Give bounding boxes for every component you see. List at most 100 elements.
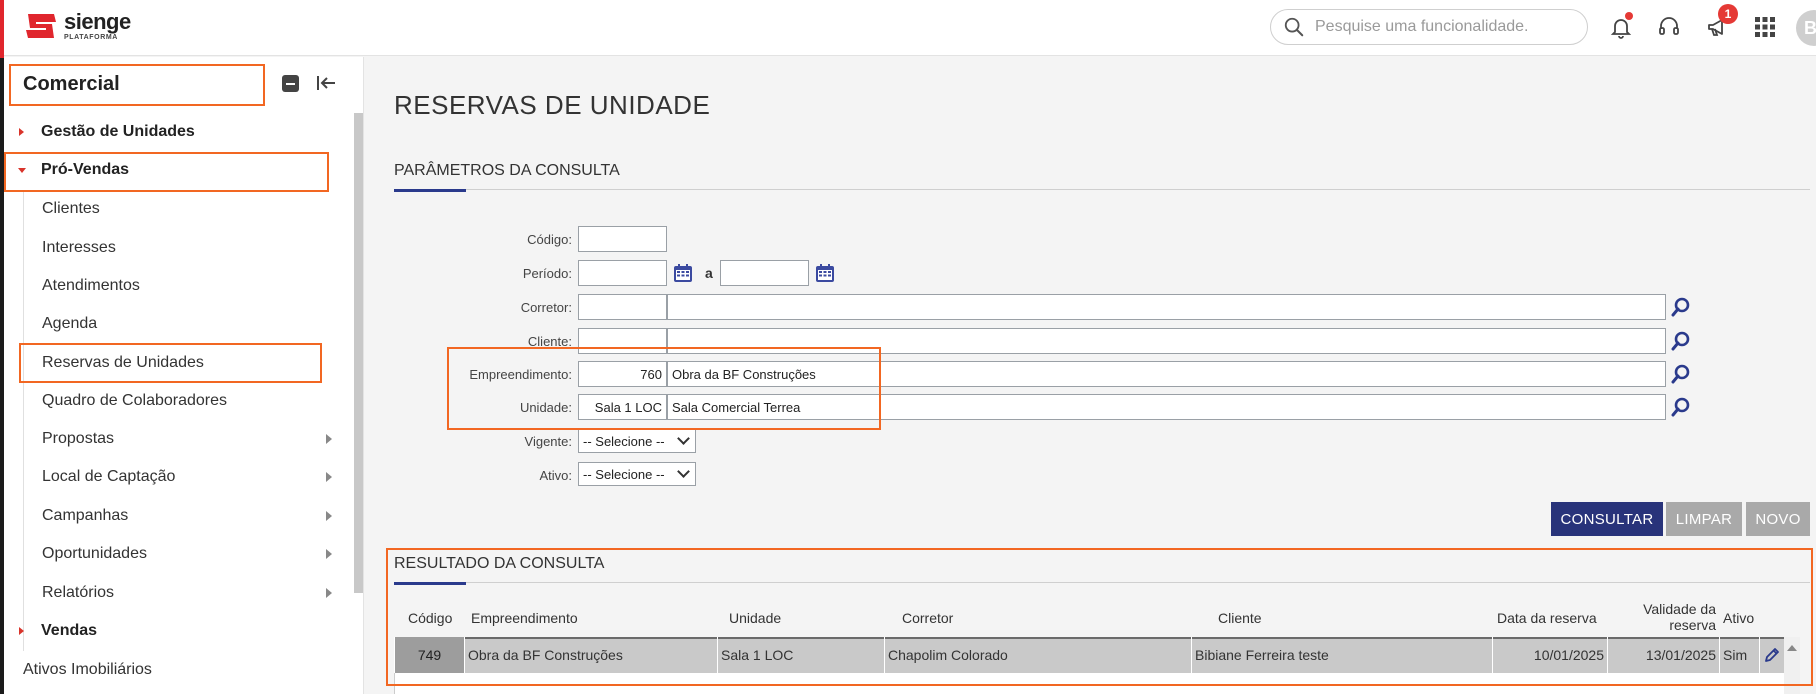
col-header-data-reserva[interactable]: Data da reserva	[1497, 610, 1597, 626]
cell-unidade[interactable]: Sala 1 LOC	[717, 637, 884, 673]
codigo-label: Código:	[527, 232, 572, 247]
novo-button[interactable]: NOVO	[1746, 502, 1810, 536]
unidade-label: Unidade:	[519, 400, 572, 415]
ativo-label: Ativo:	[539, 468, 572, 483]
submenu-arrow-icon	[326, 511, 332, 521]
col-header-unidade[interactable]: Unidade	[729, 610, 781, 626]
headset-icon	[1659, 17, 1679, 35]
announcement-badge: 1	[1718, 4, 1738, 24]
top-bar: sienge PLATAFORMA 1 B	[0, 0, 1816, 56]
sidebar-item-agenda[interactable]: Agenda	[42, 315, 97, 333]
search-icon[interactable]	[1669, 329, 1693, 353]
submenu-arrow-icon	[326, 472, 332, 482]
sidebar-item-oportunidades[interactable]: Oportunidades	[42, 545, 147, 563]
search-icon	[1284, 17, 1304, 37]
col-header-validade-line1: Validade da	[1643, 601, 1716, 617]
col-header-empreendimento[interactable]: Empreendimento	[471, 610, 578, 626]
submenu-arrow-icon	[326, 434, 332, 444]
periodo-label: Período:	[522, 266, 572, 281]
ativo-select[interactable]: -- Selecione --	[578, 462, 696, 486]
sidebar-item-gestao-de-unidades[interactable]: Gestão de Unidades	[41, 123, 195, 141]
user-avatar[interactable]: B	[1796, 10, 1816, 46]
search-icon[interactable]	[1669, 362, 1693, 386]
module-title: Comercial	[23, 73, 120, 95]
caret-right-icon	[19, 627, 24, 635]
logo-subtitle: PLATAFORMA	[64, 34, 118, 41]
sienge-logo-icon	[26, 14, 56, 38]
sidebar-item-reservas-de-unidades[interactable]: Reservas de Unidades	[42, 354, 204, 372]
col-header-cliente[interactable]: Cliente	[1218, 610, 1262, 626]
sidebar-item-atendimentos[interactable]: Atendimentos	[42, 277, 140, 295]
edit-button[interactable]	[1759, 637, 1784, 673]
app-edge-strip	[0, 0, 4, 694]
unidade-code-input[interactable]: Sala 1 LOC	[578, 394, 667, 420]
vigente-label: Vigente:	[524, 434, 572, 449]
minus-icon	[286, 82, 295, 85]
sidebar-item-clientes[interactable]: Clientes	[42, 200, 100, 218]
cell-empreendimento[interactable]: Obra da BF Construções	[464, 637, 717, 673]
unidade-name-input[interactable]: Sala Comercial Terrea	[667, 394, 1666, 420]
col-header-validade-line2: reserva	[1669, 617, 1716, 633]
col-header-validade[interactable]: Validade da reserva	[1630, 601, 1716, 633]
notification-dot	[1625, 12, 1633, 20]
submenu-arrow-icon	[326, 549, 332, 559]
sidebar-item-quadro-de-colaboradores[interactable]: Quadro de Colaboradores	[42, 392, 227, 410]
apps-button[interactable]	[1750, 12, 1780, 42]
periodo-to-input[interactable]	[720, 260, 809, 286]
sidebar-scrollbar[interactable]	[354, 113, 363, 593]
announcements-button[interactable]: 1	[1702, 4, 1738, 42]
cell-data-reserva[interactable]: 10/01/2025	[1492, 637, 1607, 673]
col-header-corretor[interactable]: Corretor	[902, 610, 953, 626]
search-icon[interactable]	[1669, 295, 1693, 319]
sidebar-item-vendas[interactable]: Vendas	[41, 622, 97, 640]
search-icon[interactable]	[1669, 395, 1693, 419]
section-divider	[394, 189, 1810, 190]
cliente-name-input[interactable]	[667, 328, 1666, 354]
results-section-title: RESULTADO DA CONSULTA	[394, 555, 605, 572]
codigo-input[interactable]	[578, 226, 667, 252]
limpar-button[interactable]: LIMPAR	[1666, 502, 1742, 536]
periodo-from-input[interactable]	[578, 260, 667, 286]
cliente-code-input[interactable]	[578, 328, 667, 354]
col-header-codigo[interactable]: Código	[408, 610, 452, 626]
sidebar-item-relatorios[interactable]: Relatórios	[42, 584, 114, 602]
calendar-icon[interactable]	[815, 263, 835, 283]
cell-corretor[interactable]: Chapolim Colorado	[884, 637, 1191, 673]
chevron-down-icon	[677, 465, 690, 478]
calendar-icon[interactable]	[673, 263, 693, 283]
cell-validade[interactable]: 13/01/2025	[1607, 637, 1719, 673]
empreendimento-code-input[interactable]: 760	[578, 361, 667, 387]
table-scrollbar[interactable]	[1784, 637, 1800, 694]
sidebar-item-propostas[interactable]: Propostas	[42, 430, 114, 448]
sidebar-item-local-de-captacao[interactable]: Local de Captação	[42, 468, 175, 486]
sidebar-item-ativos-imobiliarios[interactable]: Ativos Imobiliários	[23, 661, 152, 679]
empreendimento-label: Empreendimento:	[469, 367, 572, 382]
section-accent-bar	[394, 189, 466, 192]
sienge-logo[interactable]: sienge PLATAFORMA	[24, 10, 131, 42]
col-header-ativo[interactable]: Ativo	[1723, 610, 1754, 626]
sidebar-item-campanhas[interactable]: Campanhas	[42, 507, 128, 525]
params-section-title: PARÂMETROS DA CONSULTA	[394, 162, 620, 179]
support-button[interactable]	[1654, 12, 1684, 42]
ativo-select-value: -- Selecione --	[583, 466, 665, 482]
consultar-button[interactable]: CONSULTAR	[1551, 502, 1663, 536]
collapse-all-button[interactable]	[282, 75, 299, 92]
corretor-name-input[interactable]	[667, 294, 1666, 320]
empreendimento-name-input[interactable]: Obra da BF Construções	[667, 361, 1666, 387]
sidebar-item-interesses[interactable]: Interesses	[42, 239, 116, 257]
corretor-code-input[interactable]	[578, 294, 667, 320]
apps-grid-icon	[1755, 17, 1775, 37]
search-box[interactable]	[1270, 9, 1588, 45]
collapse-sidebar-icon[interactable]	[314, 71, 338, 95]
notifications-button[interactable]	[1606, 12, 1636, 42]
corretor-label: Corretor:	[520, 300, 572, 315]
periodo-separator: a	[705, 265, 713, 281]
cliente-label: Cliente:	[527, 334, 572, 349]
search-input[interactable]	[1315, 18, 1565, 36]
sidebar-item-pro-vendas[interactable]: Pró-Vendas	[41, 161, 129, 179]
cell-codigo[interactable]: 749	[394, 637, 464, 673]
cell-ativo[interactable]: Sim	[1719, 637, 1759, 673]
cell-cliente[interactable]: Bibiane Ferreira teste	[1191, 637, 1492, 673]
vigente-select[interactable]: -- Selecione --	[578, 429, 696, 453]
scroll-up-icon	[1787, 645, 1797, 651]
